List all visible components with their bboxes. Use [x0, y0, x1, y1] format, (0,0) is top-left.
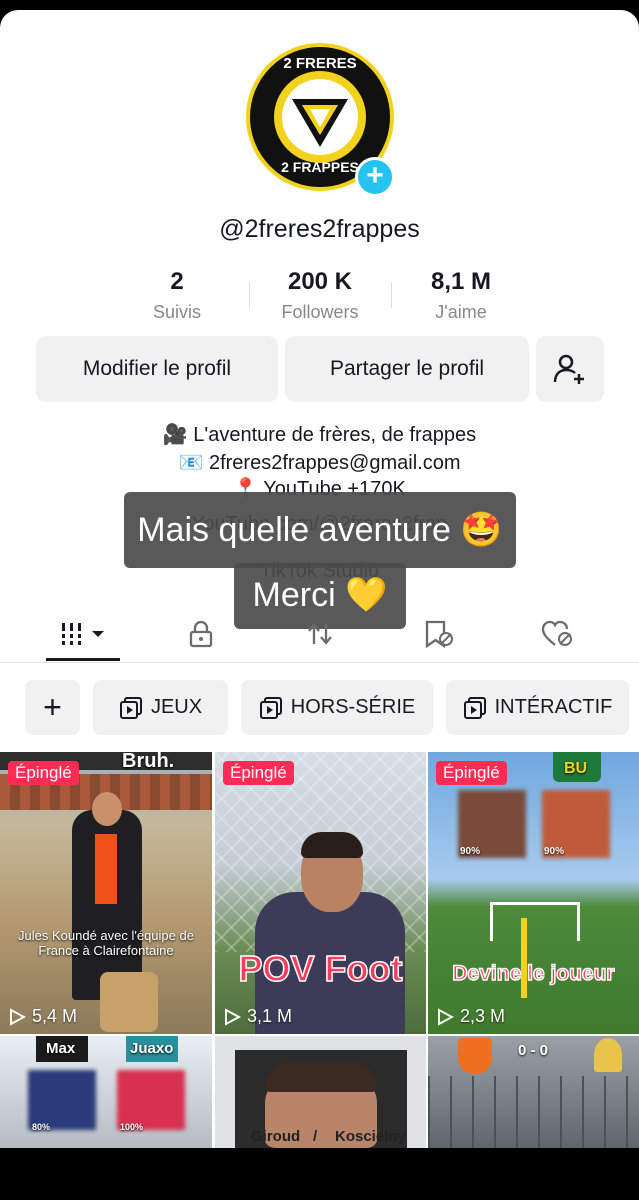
play-icon — [225, 1007, 241, 1026]
goal-frame — [490, 902, 580, 941]
add-playlist-button[interactable]: + — [25, 680, 80, 735]
orange-scarf — [95, 834, 117, 904]
view-count: 3,1 M — [223, 1006, 292, 1027]
caption-separator: / — [313, 1128, 318, 1145]
add-friends-button[interactable] — [536, 336, 604, 402]
repost-icon — [308, 623, 332, 645]
add-story-button[interactable]: + — [355, 157, 395, 197]
playlist-icon — [463, 696, 486, 719]
stat-value: 2 — [170, 268, 184, 295]
tab-videos[interactable] — [54, 610, 114, 658]
view-count-text: 5,4 M — [32, 1006, 78, 1026]
caption-right: Koscielny — [335, 1128, 406, 1145]
video-thumbnail[interactable]: Max Juaxo 80% 100% — [0, 1036, 212, 1148]
bookmark-hidden-icon — [425, 620, 453, 649]
bag — [100, 972, 158, 1032]
video-thumbnail[interactable]: Épinglé POV Foot 3,1 M — [215, 752, 426, 1034]
lock-icon — [189, 620, 213, 648]
liked-hidden-icon — [541, 620, 572, 646]
video-thumbnail[interactable]: Bruh. Épinglé Jules Koundé avec l'équipe… — [0, 752, 212, 1034]
player-tag: Juaxo — [130, 1040, 174, 1057]
view-count-text: 2,3 M — [460, 1006, 506, 1026]
stat-value: 8,1 M — [430, 268, 492, 295]
view-count: 2,3 M — [436, 1006, 505, 1027]
france-rooster-crest — [594, 1038, 622, 1072]
view-count-text: 3,1 M — [247, 1006, 293, 1026]
logo-text-top: 2 FRERES — [283, 55, 357, 72]
person-hair — [265, 1062, 377, 1092]
tab-reposts[interactable] — [290, 610, 350, 658]
player-tag: Max — [46, 1040, 76, 1057]
tabs-divider — [0, 662, 639, 663]
profile-tabs — [0, 610, 639, 662]
play-icon — [10, 1007, 26, 1026]
stat-value: 200 K — [287, 268, 353, 295]
video-title: Devine le joueur — [452, 961, 616, 986]
stat-label: Suivis — [152, 302, 201, 322]
video-caption: Jules Koundé avec l'équipe de France à C… — [18, 928, 194, 958]
bio-line-1: 🎥 L'aventure de frères, de frappes — [162, 424, 477, 446]
video-thumbnail[interactable]: 90% 90% BU Épinglé Devine le joueur 2,3 … — [428, 752, 639, 1034]
jersey-tag: BU — [564, 760, 588, 777]
playlist-jeux[interactable]: JEUX — [93, 680, 228, 735]
bottom-black-bar — [0, 1148, 639, 1200]
corner-flag — [521, 918, 527, 998]
playlist-interactif[interactable]: INTÉRACTIF — [446, 680, 629, 735]
tab-liked[interactable] — [527, 610, 587, 658]
percent-label: 90% — [544, 846, 565, 857]
playlist-label: HORS-SÉRIE — [290, 696, 416, 718]
pinned-badge: Épinglé — [8, 761, 79, 785]
profile-screen: 2 FRERES 2 FRAPPES + @2freres2frappes 2 … — [0, 10, 639, 1148]
match-score: 0 - 0 — [518, 1042, 549, 1059]
percent-label: 90% — [460, 846, 481, 857]
playlist-hors-serie[interactable]: HORS-SÉRIE — [241, 680, 433, 735]
netherlands-crest — [458, 1038, 492, 1074]
stadium-structure — [428, 1076, 639, 1148]
stat-followers[interactable]: 200 K Followers — [250, 268, 390, 323]
playlist-label: JEUX — [150, 696, 203, 718]
share-profile-button[interactable]: Partager le profil — [285, 336, 529, 402]
person-plus-icon — [553, 354, 584, 384]
video-title: POV Foot — [238, 947, 404, 990]
stat-label: Followers — [281, 302, 359, 322]
playlist-label: INTÉRACTIF — [494, 696, 613, 718]
percent-label: 80% — [32, 1122, 51, 1132]
blurred-player-2 — [117, 1070, 185, 1130]
video-overlay-text: Bruh. — [122, 752, 175, 772]
grid-icon — [60, 623, 104, 645]
video-thumbnail[interactable]: Giroud / Koscielny — [215, 1036, 426, 1148]
pinned-badge: Épinglé — [223, 761, 294, 785]
playlist-icon — [119, 696, 142, 719]
tab-favorites[interactable] — [408, 610, 468, 658]
pinned-badge: Épinglé — [436, 761, 507, 785]
story-overlay-text-1: Mais quelle aventure 🤩 — [124, 492, 516, 568]
stat-likes[interactable]: 8,1 M J'aime — [391, 268, 531, 323]
playlist-icon — [259, 696, 282, 719]
tab-private[interactable] — [171, 610, 231, 658]
play-icon — [438, 1007, 454, 1026]
stat-label: J'aime — [435, 302, 487, 322]
bio-email[interactable]: 📧 2freres2frappes@gmail.com — [0, 450, 639, 475]
video-thumbnail[interactable]: 0 - 0 — [428, 1036, 639, 1148]
blurred-player-1 — [28, 1070, 96, 1130]
person-head — [92, 792, 122, 826]
stat-following[interactable]: 2 Suivis — [107, 268, 247, 323]
edit-profile-button[interactable]: Modifier le profil — [36, 336, 278, 402]
person-hair — [301, 832, 363, 858]
percent-label: 100% — [120, 1122, 144, 1132]
video-grid: Bruh. Épinglé Jules Koundé avec l'équipe… — [0, 752, 639, 1148]
caption-left: Giroud — [251, 1128, 301, 1145]
view-count: 5,4 M — [8, 1006, 77, 1027]
active-tab-indicator — [46, 658, 120, 661]
profile-username: @2freres2frappes — [219, 215, 420, 243]
